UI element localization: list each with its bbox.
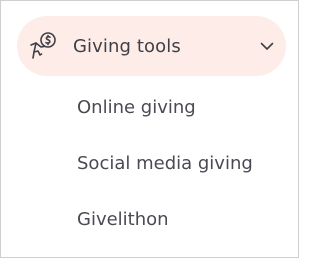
submenu-item-givelithon[interactable]: Givelithon [77, 205, 253, 258]
hand-coin-icon [27, 29, 61, 63]
submenu-item-online-giving[interactable]: Online giving [77, 93, 253, 149]
giving-tools-label: Giving tools [73, 35, 181, 57]
chevron-down-icon[interactable] [258, 37, 276, 55]
giving-tools-submenu: Online giving Social media giving Giveli… [77, 93, 253, 258]
submenu-item-social-media-giving[interactable]: Social media giving [77, 149, 253, 205]
giving-tools-section-toggle[interactable]: Giving tools [17, 16, 286, 76]
giving-tools-menu-panel: Giving tools Online giving Social media … [0, 0, 299, 258]
